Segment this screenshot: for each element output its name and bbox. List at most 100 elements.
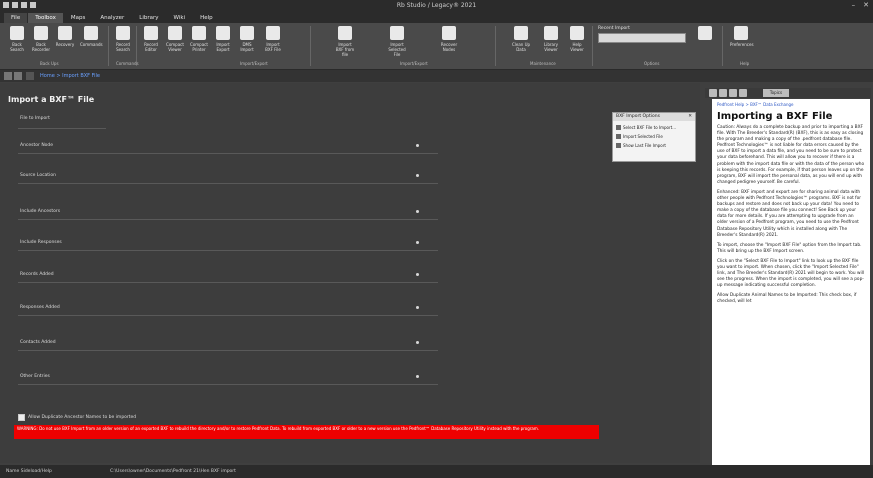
tab-maps[interactable]: Maps (64, 13, 92, 23)
field-indicator (416, 273, 419, 276)
field-label: Source Location (20, 173, 56, 178)
chart-icon (544, 26, 558, 40)
file-to-import-field[interactable] (18, 128, 106, 129)
field-indicator (416, 375, 419, 378)
compact-printer-button[interactable]: Compact Printer (188, 26, 210, 52)
import-bxf-button[interactable]: Import BXF File (262, 26, 284, 52)
tab-help[interactable]: Help (193, 13, 220, 23)
view-report-button[interactable] (694, 26, 716, 42)
field-label: Records Added (20, 272, 54, 277)
status-bar: Name Sideload/Help C:\Users\owner\Docume… (0, 465, 873, 478)
close-icon[interactable]: ✕ (863, 1, 869, 9)
field-indicator (416, 241, 419, 244)
house-icon (10, 26, 24, 40)
checkbox[interactable] (18, 414, 25, 421)
show-last-import-link[interactable]: Show Last File Import (616, 143, 666, 148)
field-label: Contacts Added (20, 340, 56, 345)
allow-duplicates-checkbox[interactable]: Allow Duplicate Ancestor Names to be imp… (18, 414, 136, 421)
source-location-field[interactable] (18, 183, 438, 184)
recovery-button[interactable]: Recovery (54, 26, 76, 47)
dms-import-button[interactable]: DMS Import (236, 26, 258, 52)
tree-icon (266, 26, 280, 40)
include-responses-field[interactable] (18, 250, 438, 251)
field-indicator (416, 341, 419, 344)
back-recorder-button[interactable]: Back Recorder (30, 26, 52, 52)
tab-topics[interactable]: Topics (763, 89, 789, 97)
forward-icon[interactable] (14, 72, 22, 80)
preferences-button[interactable]: Preferences (730, 26, 754, 47)
help-toolbar: Topics (705, 88, 871, 98)
contacts-added-field[interactable] (18, 350, 438, 351)
close-icon[interactable]: ✕ (688, 113, 692, 121)
document-icon (616, 143, 621, 148)
bxf-import-options-panel: BXF Import Options ✕ Select BXF File to I… (612, 112, 696, 162)
ancestor-node-field[interactable] (18, 153, 438, 154)
back-icon[interactable] (4, 72, 12, 80)
options-header: BXF Import Options ✕ (613, 113, 695, 121)
help-paragraph: Allow Duplicate Animal Names to be Impor… (717, 293, 857, 305)
tab-file[interactable]: File (4, 13, 28, 23)
help-breadcrumb[interactable]: Pedfront Help > BXF™ Data Exchange (717, 102, 865, 107)
other-entries-field[interactable] (18, 384, 438, 385)
compact-viewer-button[interactable]: Compact Viewer (164, 26, 186, 52)
pin-icon (58, 26, 72, 40)
field-label: Ancestor Node (20, 143, 54, 148)
tab-toolbox[interactable]: Toolbox (28, 13, 63, 23)
grid-icon (144, 26, 158, 40)
import-bxf-file-button[interactable]: Import BXF from file (334, 26, 356, 57)
warning-banner: WARNING: Do not use BXF Import from an o… (14, 425, 599, 439)
clean-up-data-button[interactable]: Clean Up Data (510, 26, 532, 52)
grid-icon (570, 26, 584, 40)
tab-library[interactable]: Library (132, 13, 165, 23)
import-selected-file-link[interactable]: Import Selected File (616, 134, 663, 139)
field-label: Responses Added (20, 305, 60, 310)
help-paragraph: Caution: Always do a complete backup and… (717, 125, 865, 185)
help-print-icon[interactable] (739, 89, 747, 97)
ribbon: Back Search Back Recorder Recovery Comma… (0, 23, 873, 70)
select-bxf-file-link[interactable]: Select BXF File to Import... (616, 125, 676, 130)
back-search-button[interactable]: Back Search (6, 26, 28, 52)
main-panel (0, 83, 700, 463)
house-icon (514, 26, 528, 40)
record-editor-button[interactable]: Record Editor (140, 26, 162, 52)
ribbon-separator (108, 26, 109, 66)
help-forward-icon[interactable] (719, 89, 727, 97)
tree-icon (240, 26, 254, 40)
commands-button[interactable]: Commands (80, 26, 103, 47)
library-viewer-button[interactable]: Library Viewer (540, 26, 562, 52)
book-icon (116, 26, 130, 40)
group-label: Help (740, 61, 750, 66)
ribbon-tabs: File Toolbox Maps Analyzer Library Wiki … (0, 11, 873, 23)
field-label: File to Import (20, 116, 50, 121)
records-added-field[interactable] (18, 282, 438, 283)
field-label: Include Responses (20, 240, 62, 245)
help-paragraph: To import, choose the "Import BXF File" … (717, 242, 862, 254)
help-home-icon[interactable] (729, 89, 737, 97)
tab-analyzer[interactable]: Analyzer (93, 13, 131, 23)
minimize-icon[interactable]: – (852, 1, 856, 9)
recover-nodes-button[interactable]: Recover Nodes (438, 26, 460, 52)
page-title: Import a BXF™ File (8, 95, 95, 104)
address-bar: Home > Import BXF File (0, 70, 873, 82)
include-ancestors-field[interactable] (18, 219, 438, 220)
ribbon-separator (722, 26, 723, 66)
field-label: Include Ancestors (20, 209, 61, 214)
home-icon[interactable] (26, 72, 34, 80)
tab-wiki[interactable]: Wiki (167, 13, 193, 23)
import-selected-file-button[interactable]: Import Selected File (386, 26, 408, 57)
grid-icon (168, 26, 182, 40)
field-indicator (416, 144, 419, 147)
import-icon (616, 134, 621, 139)
record-search-button[interactable]: Record Search (112, 26, 134, 52)
monitor-icon (698, 26, 712, 40)
breadcrumb[interactable]: Home > Import BXF File (40, 73, 100, 79)
help-back-icon[interactable] (709, 89, 717, 97)
group-label: Maintenance (530, 61, 556, 66)
help-viewer-button[interactable]: Help Viewer (566, 26, 588, 52)
status-left: Name Sideload/Help (6, 469, 52, 474)
responses-added-field[interactable] (18, 315, 438, 316)
ribbon-separator (495, 26, 496, 66)
recent-import-select[interactable] (598, 33, 686, 43)
ribbon-separator (136, 26, 137, 66)
import-export-button[interactable]: Import Export (212, 26, 234, 52)
